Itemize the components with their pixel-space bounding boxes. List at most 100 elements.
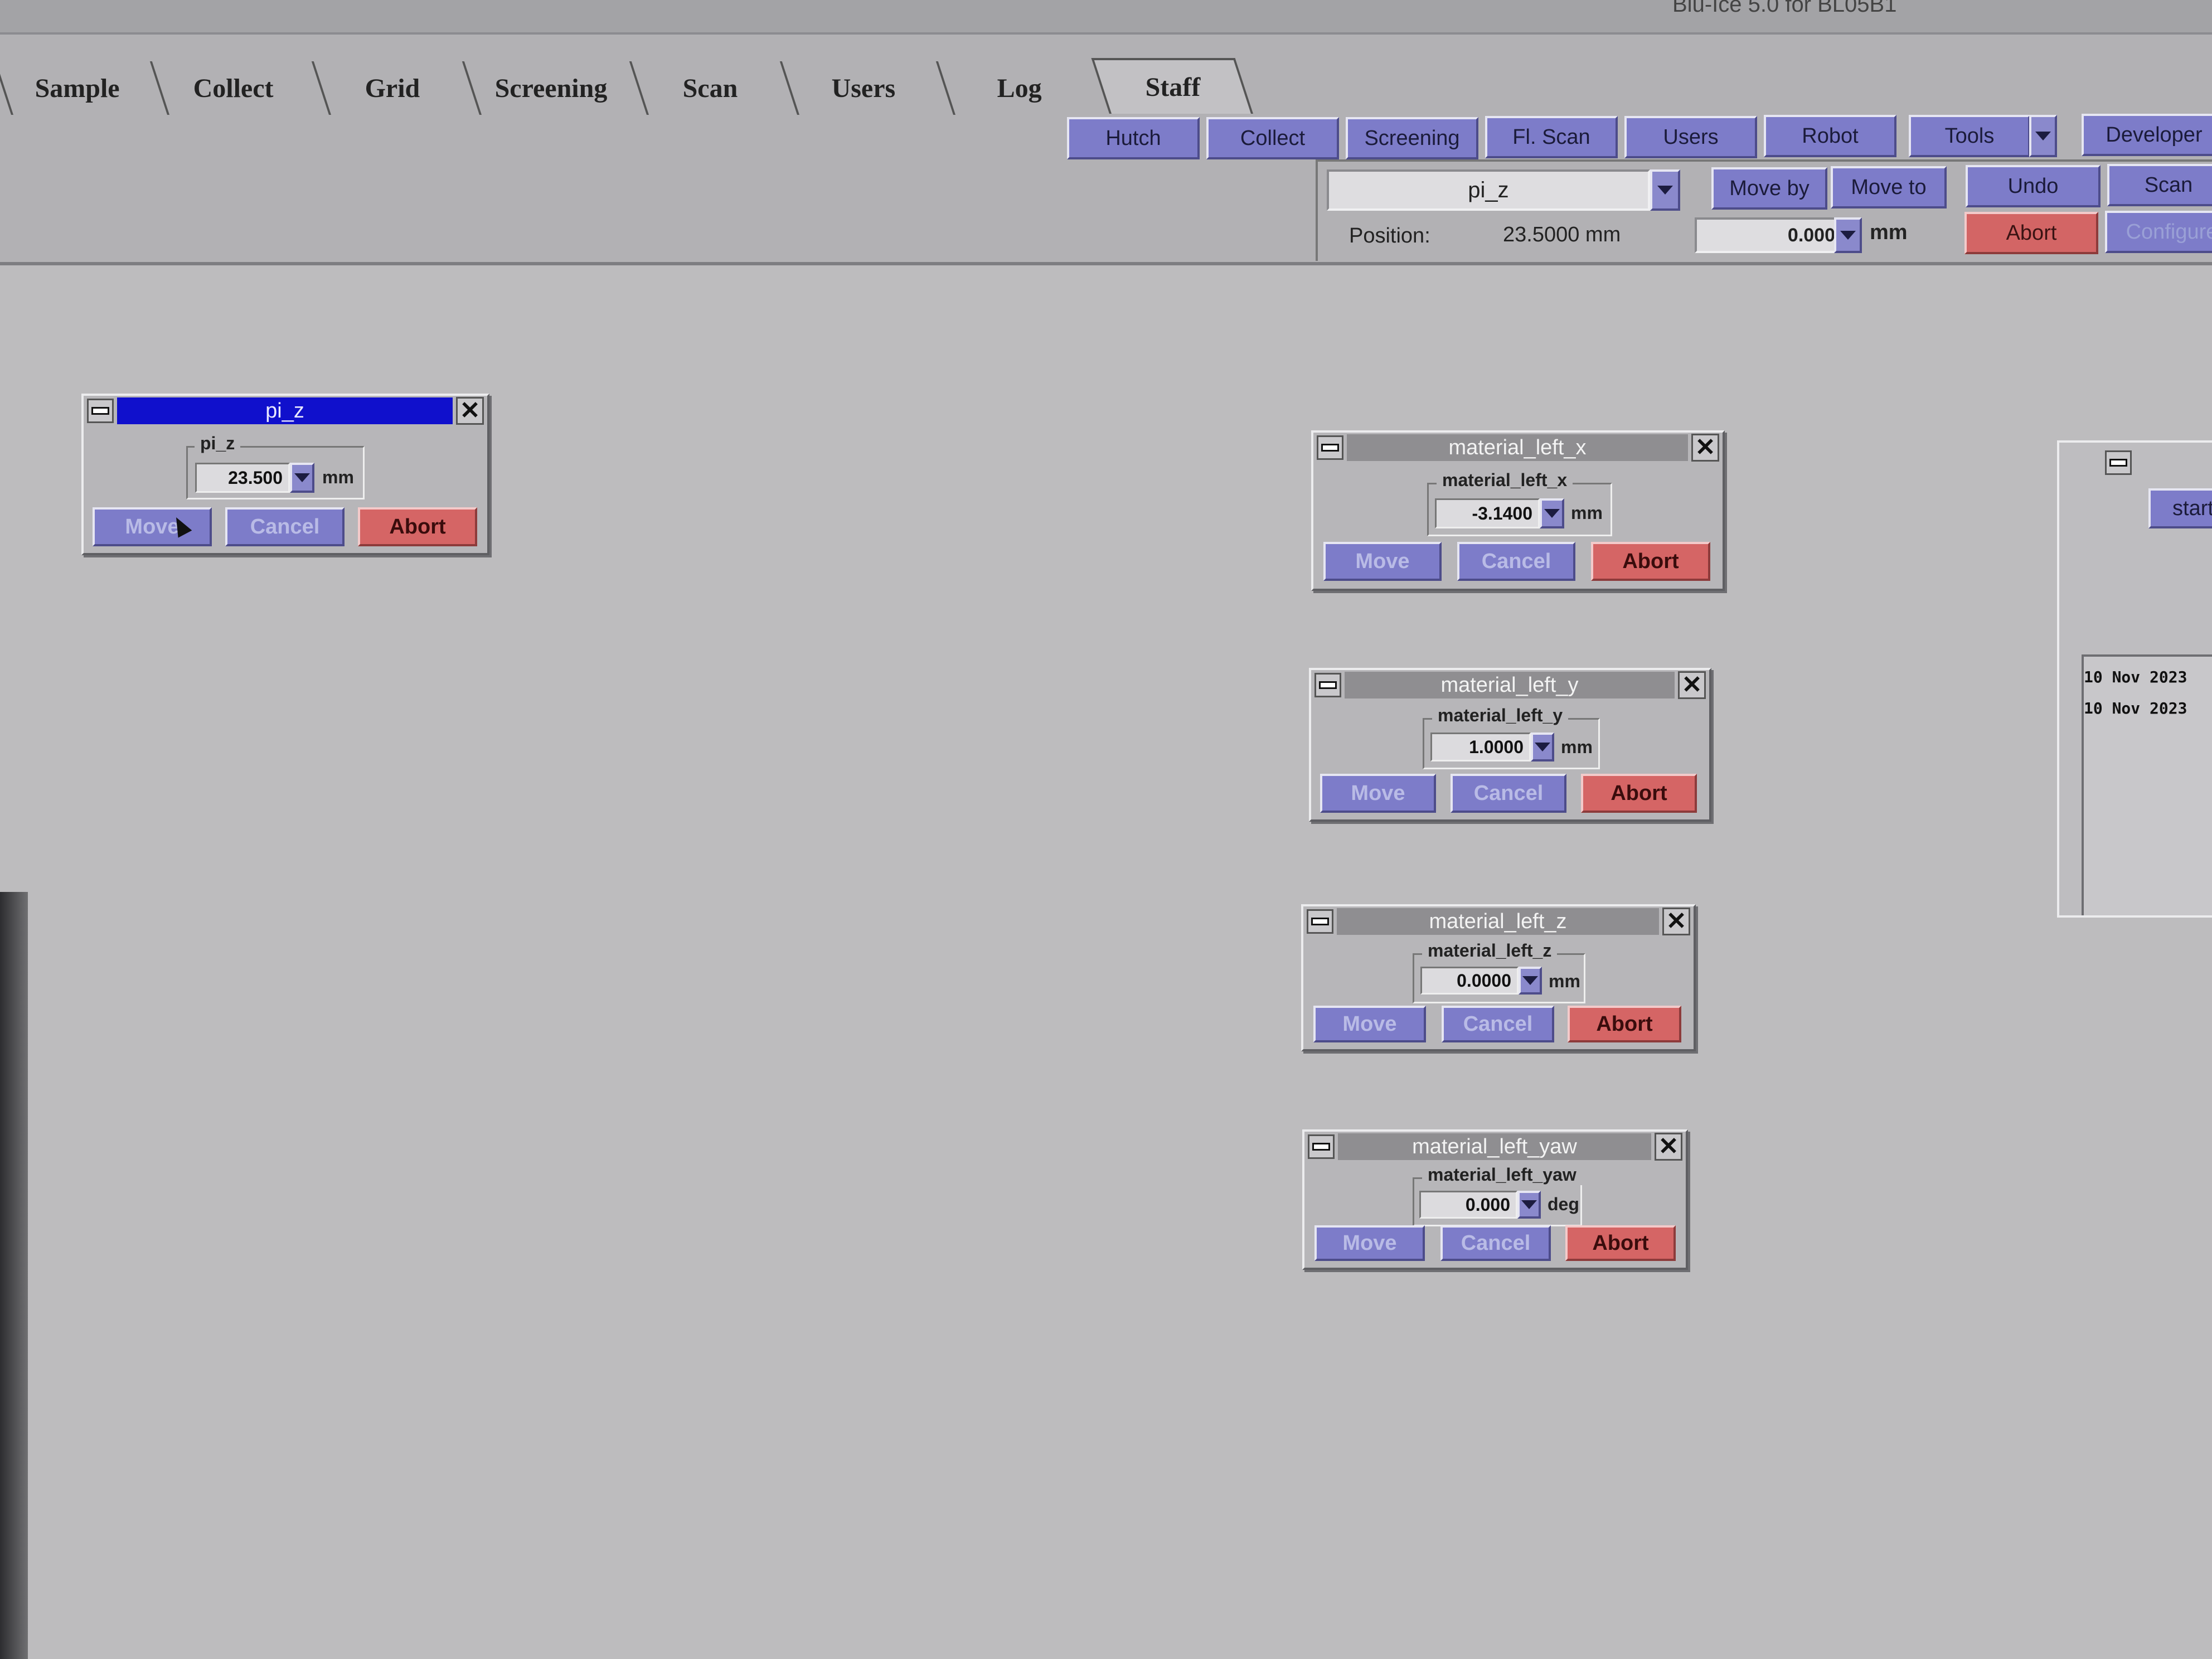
cancel-button[interactable]: Cancel [225, 507, 345, 546]
subtab-robot[interactable]: Robot [1764, 115, 1896, 157]
move-by-button[interactable]: Move by [1711, 167, 1827, 210]
position-dropdown[interactable] [290, 463, 314, 493]
dialog-title-bar[interactable]: material_left_yaw ✕ [1304, 1132, 1686, 1162]
move-button[interactable]: Move [1323, 542, 1442, 581]
tab-users[interactable]: Users [779, 61, 944, 115]
dialog-title-bar[interactable]: pi_z ✕ [84, 396, 487, 426]
group-label: material_left_yaw [1422, 1165, 1582, 1185]
group-label: material_left_y [1432, 705, 1569, 726]
chevron-down-icon [2035, 132, 2051, 140]
step-size-input[interactable]: 0.000 [1695, 217, 1845, 253]
group-label: material_left_z [1422, 940, 1558, 961]
move-button[interactable]: Move [1313, 1006, 1426, 1042]
chevron-down-icon [1657, 186, 1673, 195]
minimize-icon[interactable] [2105, 450, 2132, 475]
minimize-icon[interactable] [87, 399, 114, 423]
cancel-button[interactable]: Cancel [1442, 1006, 1554, 1042]
tab-staff[interactable]: Staff [1091, 58, 1253, 114]
position-input[interactable]: -3.1400 [1435, 498, 1540, 528]
close-icon[interactable]: ✕ [1678, 671, 1706, 699]
tools-menu-button[interactable] [2029, 115, 2057, 157]
abort-button[interactable]: Abort [1568, 1006, 1681, 1042]
dialog-title: pi_z [117, 397, 453, 424]
close-icon[interactable]: ✕ [1691, 434, 1719, 462]
subtab-tools[interactable]: Tools [1909, 115, 2030, 157]
close-icon[interactable]: ✕ [1655, 1133, 1682, 1161]
log-panel: 10 Nov 2023 10 Nov 2023 [2082, 654, 2212, 915]
minimize-icon[interactable] [1317, 435, 1343, 460]
group-label: material_left_x [1437, 470, 1573, 491]
motor-select-dropdown[interactable] [1650, 169, 1680, 211]
unit-label: mm [1571, 503, 1603, 523]
unit-label: deg [1548, 1194, 1579, 1214]
position-input[interactable]: 1.0000 [1430, 733, 1531, 761]
chevron-down-icon [1535, 743, 1550, 751]
motor-dialog-material-left-z: material_left_z ✕ material_left_z 0.0000… [1301, 904, 1696, 1051]
move-button[interactable]: Move [93, 507, 212, 546]
tab-log[interactable]: Log [935, 61, 1100, 115]
position-input[interactable]: 23.500 [195, 463, 290, 493]
subtab-hutch[interactable]: Hutch [1067, 117, 1200, 159]
position-dropdown[interactable] [1531, 733, 1554, 761]
abort-button[interactable]: Abort [1964, 212, 2098, 254]
position-input[interactable]: 0.000 [1419, 1191, 1517, 1219]
minimize-icon[interactable] [1314, 673, 1341, 697]
position-dropdown[interactable] [1540, 498, 1564, 528]
subtab-users[interactable]: Users [1624, 116, 1757, 158]
motor-dialog-material-left-y: material_left_y ✕ material_left_y 1.0000… [1309, 668, 1711, 822]
move-to-button[interactable]: Move to [1831, 166, 1947, 208]
position-dropdown[interactable] [1517, 1191, 1541, 1219]
chevron-down-icon [1521, 1200, 1537, 1209]
tab-grid[interactable]: Grid [311, 61, 470, 115]
dialog-title: material_left_z [1337, 908, 1659, 935]
position-label: Position: [1349, 224, 1430, 248]
move-button[interactable]: Move [1320, 774, 1436, 813]
minimize-icon[interactable] [1308, 1134, 1335, 1159]
abort-button[interactable]: Abort [358, 507, 477, 546]
dialog-title-bar[interactable]: material_left_x ✕ [1313, 433, 1723, 463]
abort-button[interactable]: Abort [1565, 1225, 1676, 1261]
close-icon[interactable]: ✕ [1662, 908, 1690, 935]
window-title: Blu-Ice 5.0 for BL05B1 [1672, 0, 1897, 17]
log-line: 10 Nov 2023 [2084, 668, 2187, 686]
motor-select[interactable]: pi_z [1327, 169, 1650, 211]
minimize-icon[interactable] [1307, 909, 1333, 934]
step-size-dropdown[interactable] [1834, 217, 1862, 253]
subtab-collect[interactable]: Collect [1206, 117, 1339, 159]
configure-button[interactable]: Configure [2105, 211, 2212, 253]
tab-scan[interactable]: Scan [629, 61, 788, 115]
move-button[interactable]: Move [1314, 1225, 1425, 1261]
position-dropdown[interactable] [1519, 967, 1542, 995]
position-input[interactable]: 0.0000 [1420, 967, 1519, 995]
dialog-title: material_left_x [1347, 434, 1688, 461]
scan-button[interactable]: Scan [2107, 164, 2212, 206]
subtab-screening[interactable]: Screening [1346, 117, 1478, 159]
unit-label: mm [1561, 737, 1593, 757]
undo-button[interactable]: Undo [1966, 165, 2101, 207]
cancel-button[interactable]: Cancel [1457, 542, 1575, 581]
tab-screening[interactable]: Screening [462, 61, 638, 115]
step-unit: mm [1870, 221, 1908, 244]
tab-sample[interactable]: Sample [0, 61, 158, 115]
group-label: pi_z [195, 433, 241, 454]
motor-dialog-material-left-yaw: material_left_yaw ✕ material_left_yaw 0.… [1302, 1129, 1688, 1270]
motor-dialog-pi-z: pi_z ✕ pi_z 23.500 mm Move Cancel Abort [81, 394, 489, 555]
close-icon[interactable]: ✕ [456, 397, 484, 425]
partial-window: start 10 Nov 2023 10 Nov 2023 [2057, 440, 2212, 918]
developer-button[interactable]: Developer [2082, 114, 2212, 156]
unit-label: mm [322, 467, 354, 487]
dialog-title-bar[interactable]: material_left_y ✕ [1311, 670, 1709, 700]
tab-collect[interactable]: Collect [149, 61, 314, 115]
subtab-fl-scan[interactable]: Fl. Scan [1485, 116, 1618, 158]
dialog-title: material_left_y [1345, 672, 1675, 698]
abort-button[interactable]: Abort [1581, 774, 1697, 813]
start-button[interactable]: start [2148, 488, 2212, 528]
abort-button[interactable]: Abort [1591, 542, 1710, 581]
cancel-button[interactable]: Cancel [1440, 1225, 1551, 1261]
dialog-title-bar[interactable]: material_left_z ✕ [1303, 906, 1694, 937]
chevron-down-icon [1840, 231, 1856, 240]
position-value: 23.5000 mm [1503, 223, 1621, 246]
cancel-button[interactable]: Cancel [1451, 774, 1566, 813]
screen-bezel [0, 892, 28, 1659]
dialog-title: material_left_yaw [1338, 1133, 1651, 1160]
